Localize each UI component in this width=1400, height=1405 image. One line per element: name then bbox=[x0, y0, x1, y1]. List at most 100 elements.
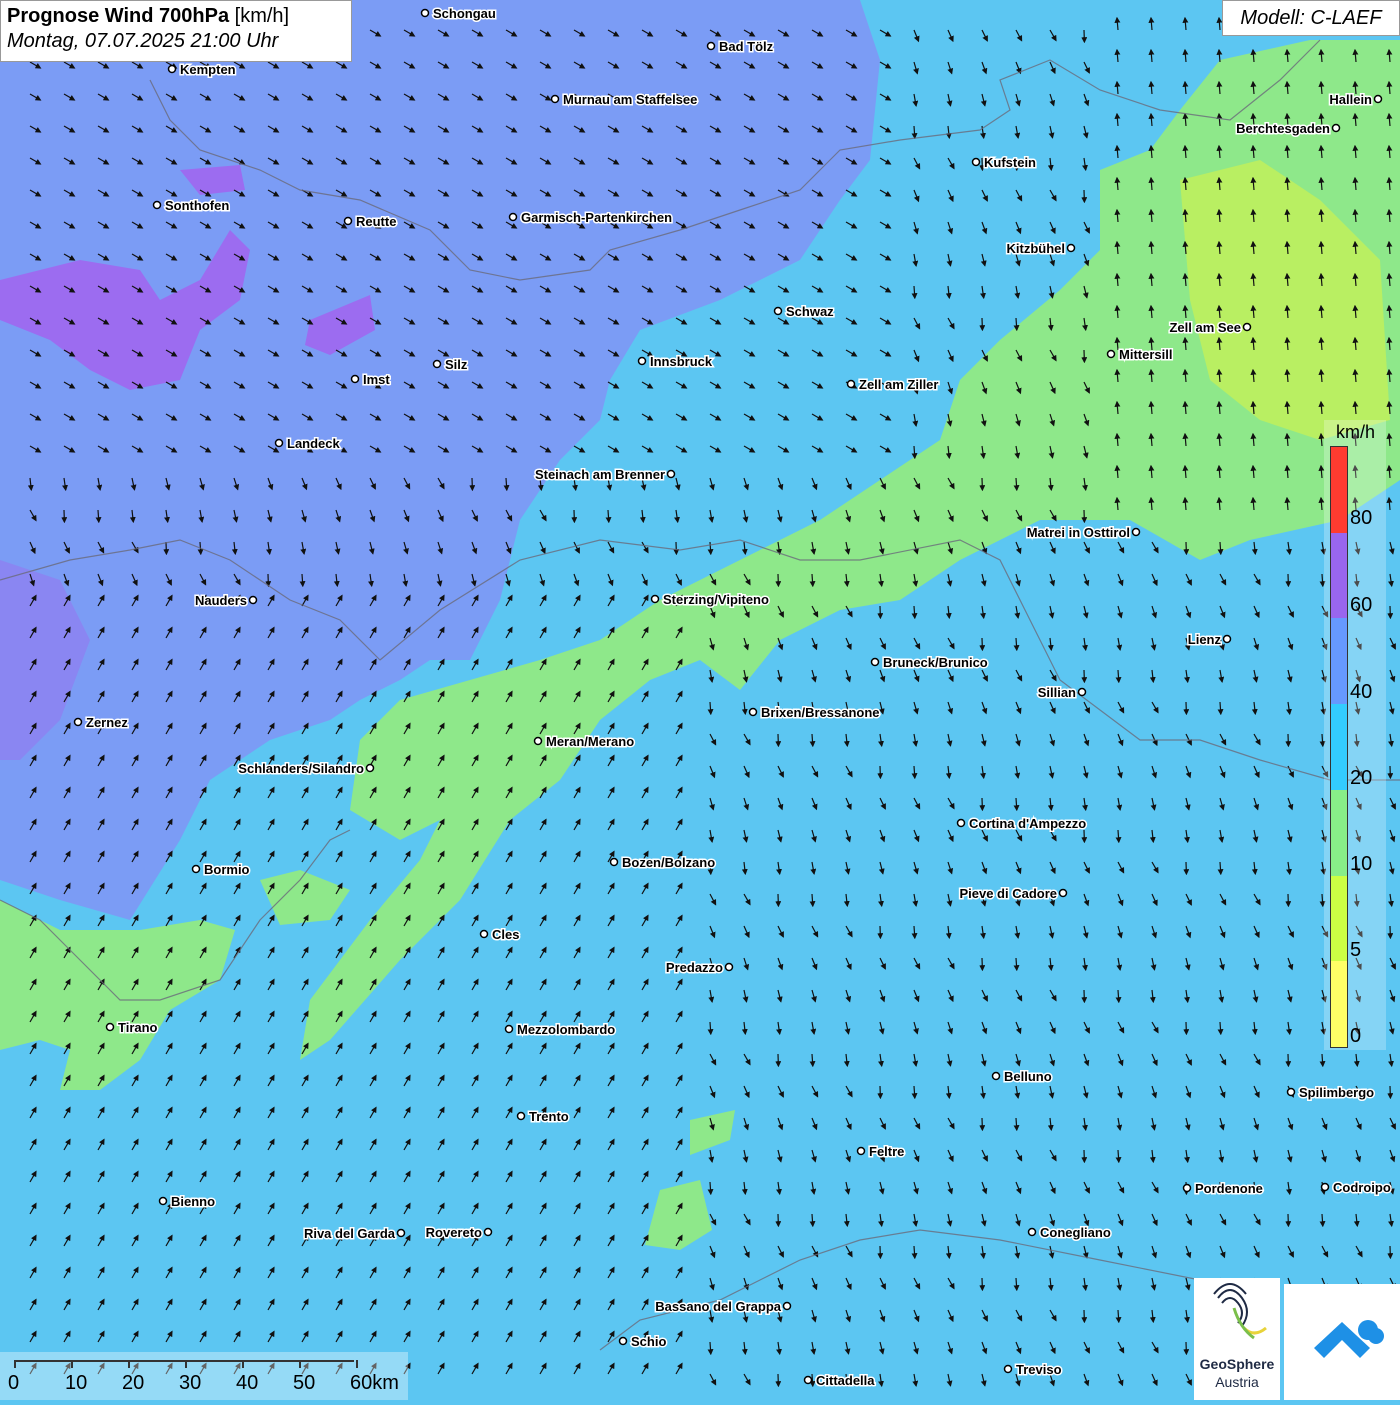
city-marker bbox=[398, 1230, 405, 1237]
wind-arrow bbox=[710, 1182, 711, 1194]
scale-tick bbox=[242, 1360, 244, 1368]
city-marker bbox=[1133, 529, 1140, 536]
map-title-box: Prognose Wind 700hPa [km/h] Montag, 07.0… bbox=[0, 0, 352, 62]
wind-arrow bbox=[1118, 1310, 1119, 1322]
city-label: Mittersill bbox=[1119, 347, 1172, 362]
wind-arrow bbox=[1016, 638, 1017, 650]
city-label: Zell am Ziller bbox=[859, 377, 938, 392]
city-marker bbox=[1005, 1366, 1012, 1373]
wind-arrow bbox=[1220, 862, 1221, 874]
city-label: Trento bbox=[529, 1109, 569, 1124]
city-label: Kitzbühel bbox=[1007, 241, 1066, 256]
legend-segment bbox=[1331, 618, 1347, 704]
map-title-unit: [km/h] bbox=[235, 5, 289, 27]
scale-bar: 0102030405060km bbox=[0, 1352, 408, 1400]
city-marker bbox=[858, 1148, 865, 1155]
city-marker bbox=[1244, 324, 1251, 331]
legend-label: 60 bbox=[1350, 595, 1372, 615]
city-label: Innsbruck bbox=[650, 354, 713, 369]
wind-arrow bbox=[1220, 542, 1221, 554]
city-label: Belluno bbox=[1004, 1069, 1052, 1084]
scale-label: 60km bbox=[350, 1372, 399, 1395]
city-label: Silz bbox=[445, 357, 468, 372]
city-marker bbox=[726, 964, 733, 971]
city-marker bbox=[1224, 636, 1231, 643]
city-label: Rovereto bbox=[426, 1225, 482, 1240]
city-marker bbox=[518, 1113, 525, 1120]
city-label: Imst bbox=[363, 372, 390, 387]
legend-label: 10 bbox=[1350, 854, 1372, 874]
city-marker bbox=[434, 361, 441, 368]
app-logo bbox=[1284, 1284, 1400, 1400]
wind-arrow bbox=[914, 766, 915, 778]
wind-arrow bbox=[1118, 830, 1119, 842]
scale-tick bbox=[71, 1360, 73, 1368]
wind-arrow bbox=[812, 734, 813, 746]
legend-label: 20 bbox=[1350, 768, 1372, 788]
city-marker bbox=[506, 1026, 513, 1033]
wind-arrow bbox=[710, 542, 711, 554]
city-marker bbox=[1375, 96, 1382, 103]
legend-segment bbox=[1331, 876, 1347, 962]
city-marker bbox=[1184, 1185, 1191, 1192]
city-label: Matrei in Osttirol bbox=[1027, 525, 1130, 540]
city-marker bbox=[1060, 890, 1067, 897]
city-label: Meran/Merano bbox=[546, 734, 634, 749]
wind-arrow bbox=[1322, 1054, 1323, 1066]
scale-tick bbox=[185, 1360, 187, 1368]
wind-arrow bbox=[914, 446, 915, 458]
city-label: Schwaz bbox=[786, 304, 834, 319]
city-marker bbox=[611, 859, 618, 866]
city-marker bbox=[1068, 245, 1075, 252]
city-label: Reutte bbox=[356, 214, 396, 229]
wind-arrow bbox=[1220, 702, 1221, 714]
city-marker bbox=[639, 358, 646, 365]
city-label: Bassano del Grappa bbox=[655, 1299, 781, 1314]
city-label: Riva del Garda bbox=[304, 1226, 396, 1241]
city-marker bbox=[422, 10, 429, 17]
city-marker bbox=[485, 1229, 492, 1236]
city-label: Zell am See bbox=[1169, 320, 1241, 335]
city-marker bbox=[1029, 1229, 1036, 1236]
city-marker bbox=[367, 765, 374, 772]
scale-label: 50 bbox=[293, 1372, 315, 1395]
wind-arrow bbox=[1016, 318, 1017, 330]
city-marker bbox=[872, 659, 879, 666]
city-label: Kempten bbox=[180, 62, 236, 77]
wind-arrow bbox=[1016, 798, 1017, 810]
wind-map: SchongauBad TölzKemptenMurnau am Staffel… bbox=[0, 0, 1400, 1400]
wind-arrow bbox=[1322, 1214, 1323, 1226]
wind-arrow bbox=[914, 606, 915, 618]
city-label: Lienz bbox=[1188, 632, 1222, 647]
cloud-arrow-icon bbox=[1284, 1284, 1400, 1400]
city-label: Nauders bbox=[195, 593, 247, 608]
model-label: Modell: C-LAEF bbox=[1222, 0, 1400, 36]
city-marker bbox=[250, 597, 257, 604]
city-label: Conegliano bbox=[1040, 1225, 1111, 1240]
city-label: Bad Tölz bbox=[719, 39, 774, 54]
wind-arrow bbox=[1016, 478, 1017, 490]
city-marker bbox=[345, 218, 352, 225]
city-marker bbox=[775, 308, 782, 315]
wind-arrow bbox=[1220, 1022, 1221, 1034]
city-label: Schlanders/Silandro bbox=[238, 761, 364, 776]
city-marker bbox=[805, 1377, 812, 1384]
geosphere-swirl-icon bbox=[1194, 1278, 1280, 1356]
city-marker bbox=[620, 1338, 627, 1345]
city-label: Feltre bbox=[869, 1144, 904, 1159]
wind-arrow bbox=[98, 510, 99, 522]
city-marker bbox=[750, 709, 757, 716]
legend-label: 40 bbox=[1350, 682, 1372, 702]
scale-label: 0 bbox=[8, 1372, 19, 1395]
city-label: Schongau bbox=[433, 6, 496, 21]
legend-segment bbox=[1331, 447, 1347, 533]
geosphere-logo: GeoSphere Austria bbox=[1194, 1278, 1280, 1400]
city-marker bbox=[668, 471, 675, 478]
city-label: Zernez bbox=[86, 715, 128, 730]
wind-arrow bbox=[608, 510, 609, 522]
city-marker bbox=[708, 43, 715, 50]
wind-arrow bbox=[1118, 670, 1119, 682]
city-marker bbox=[1108, 351, 1115, 358]
legend-segment bbox=[1331, 961, 1347, 1047]
city-label: Garmisch-Partenkirchen bbox=[521, 210, 672, 225]
